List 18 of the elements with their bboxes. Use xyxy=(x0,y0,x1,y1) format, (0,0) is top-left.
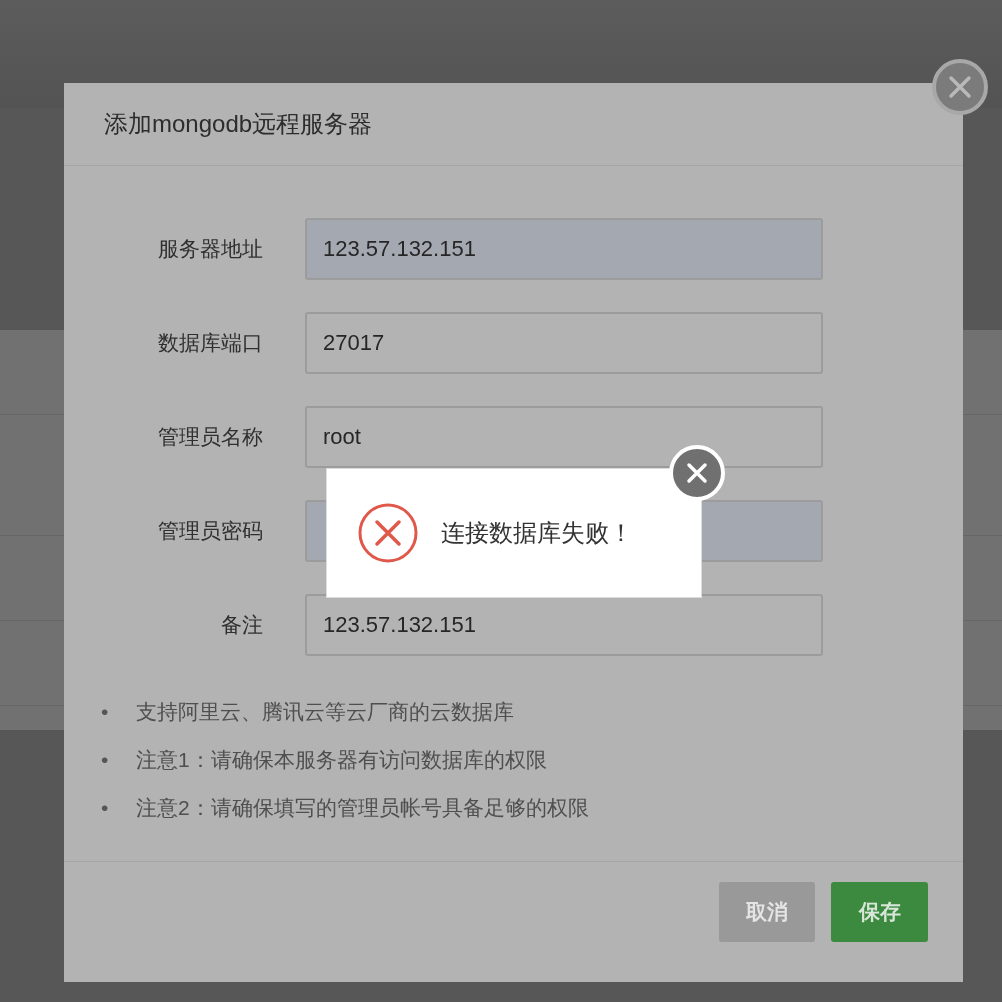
error-message: 连接数据库失败！ xyxy=(441,518,633,548)
input-field[interactable]: 27017 xyxy=(305,312,823,374)
field-label: 管理员密码 xyxy=(157,518,263,544)
dialog-title: 添加mongodb远程服务器 xyxy=(104,109,373,139)
input-field[interactable]: 123.57.132.151 xyxy=(305,218,823,280)
input-field[interactable]: root xyxy=(305,406,823,468)
field-label: 服务器地址 xyxy=(157,236,263,262)
bullet: • xyxy=(101,795,110,821)
input-field[interactable]: 123.57.132.151 xyxy=(305,594,823,656)
bullet: • xyxy=(101,747,110,773)
field-label: 备注 xyxy=(220,612,263,638)
note-text: 注意1：请确保本服务器有访问数据库的权限 xyxy=(136,747,547,774)
bullet: • xyxy=(101,699,110,725)
field-label: 数据库端口 xyxy=(157,330,263,356)
field-label: 管理员名称 xyxy=(157,424,263,450)
note-text: 注意2：请确保填写的管理员帐号具备足够的权限 xyxy=(136,795,589,822)
note-text: 支持阿里云、腾讯云等云厂商的云数据库 xyxy=(136,699,514,726)
error-icon xyxy=(357,502,419,564)
